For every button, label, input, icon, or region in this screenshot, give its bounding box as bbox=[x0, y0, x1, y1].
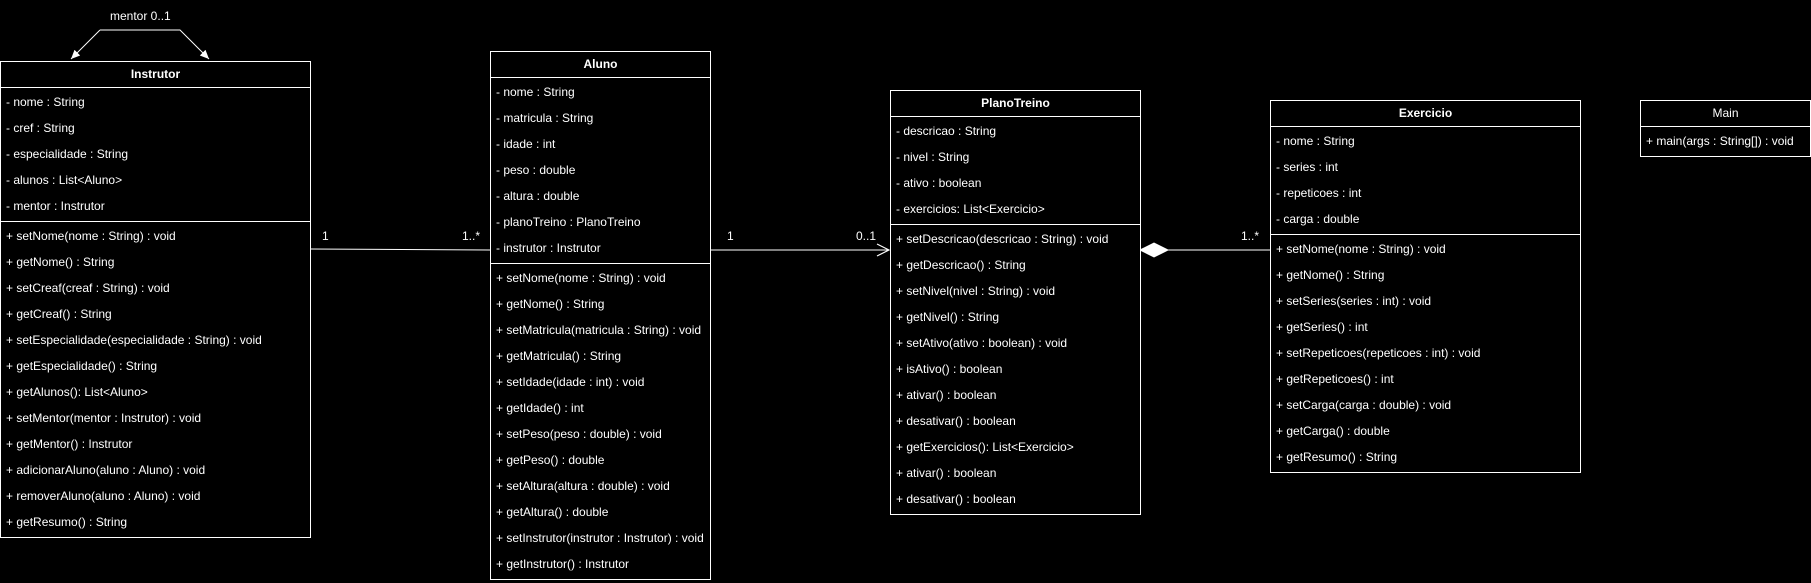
method: + setPeso(peso : double) : void bbox=[496, 427, 662, 441]
method: + setNome(nome : String) : void bbox=[496, 271, 666, 285]
attribute: - exercicios: List<Exercicio> bbox=[896, 202, 1045, 216]
attribute: - ativo : boolean bbox=[896, 176, 982, 190]
class-name: Aluno bbox=[491, 52, 710, 78]
attributes-section: - nome : String - cref : String - especi… bbox=[1, 88, 310, 221]
method: + setNome(nome : String) : void bbox=[1276, 242, 1446, 256]
class-exercicio[interactable]: Exercicio - nome : String - series : int… bbox=[1270, 100, 1581, 473]
class-main[interactable]: Main + main(args : String[]) : void bbox=[1640, 100, 1811, 157]
method: + setNome(nome : String) : void bbox=[6, 229, 176, 243]
method: + getExercicios(): List<Exercicio> bbox=[896, 440, 1074, 454]
methods-section: + main(args : String[]) : void bbox=[1641, 127, 1810, 156]
method: + setIdade(idade : int) : void bbox=[496, 375, 645, 389]
method: + getInstrutor() : Instrutor bbox=[496, 557, 630, 571]
attribute: - especialidade : String bbox=[6, 147, 129, 161]
attribute: - descricao : String bbox=[896, 124, 997, 138]
mentor-label: mentor 0..1 bbox=[110, 9, 171, 23]
mentor-association-start bbox=[70, 29, 101, 60]
aluno-plano-source-multiplicity: 1 bbox=[727, 229, 734, 243]
method: + setAltura(altura : double) : void bbox=[496, 479, 670, 493]
method: + isAtivo() : boolean bbox=[896, 362, 1003, 376]
method: + setNivel(nivel : String) : void bbox=[896, 284, 1056, 298]
method: + removerAluno(aluno : Aluno) : void bbox=[6, 489, 201, 503]
method: + ativar() : boolean bbox=[896, 388, 997, 402]
class-name: Instrutor bbox=[1, 62, 310, 88]
composition-diamond bbox=[1138, 242, 1170, 258]
attribute: - nome : String bbox=[1276, 134, 1355, 148]
method: + getEspecialidade() : String bbox=[6, 359, 158, 373]
method: + getCarga() : double bbox=[1276, 424, 1390, 438]
method: + getDescricao() : String bbox=[896, 258, 1026, 272]
method: + getResumo() : String bbox=[1276, 450, 1398, 464]
method: + setCarga(carga : double) : void bbox=[1276, 398, 1452, 412]
method: + getIdade() : int bbox=[496, 401, 584, 415]
class-planotreino[interactable]: PlanoTreino - descricao : String - nivel… bbox=[890, 90, 1141, 515]
method: + getPeso() : double bbox=[496, 453, 605, 467]
method: + getNome() : String bbox=[6, 255, 115, 269]
method: + ativar() : boolean bbox=[896, 466, 997, 480]
method: + desativar() : boolean bbox=[896, 492, 1016, 506]
method: + setAtivo(ativo : boolean) : void bbox=[896, 336, 1068, 350]
attribute: - cref : String bbox=[6, 121, 75, 135]
method: + getResumo() : String bbox=[6, 515, 128, 529]
class-name: Main bbox=[1641, 101, 1810, 127]
instrutor-aluno-association bbox=[309, 248, 491, 251]
method: + getCreaf() : String bbox=[6, 307, 112, 321]
instrutor-multiplicity: 1 bbox=[322, 229, 329, 243]
method: + getMatricula() : String bbox=[496, 349, 622, 363]
methods-section: + setNome(nome : String) : void + getNom… bbox=[491, 263, 710, 579]
method: + getNivel() : String bbox=[896, 310, 1000, 324]
aluno-multiplicity: 1..* bbox=[462, 229, 481, 243]
method: + adicionarAluno(aluno : Aluno) : void bbox=[6, 463, 206, 477]
attribute: - nivel : String bbox=[896, 150, 970, 164]
method: + setSeries(series : int) : void bbox=[1276, 294, 1432, 308]
method: + setEspecialidade(especialidade : Strin… bbox=[6, 333, 262, 347]
class-instrutor[interactable]: Instrutor - nome : String - cref : Strin… bbox=[0, 61, 311, 538]
attribute: - idade : int bbox=[496, 137, 556, 151]
methods-section: + setNome(nome : String) : void + getNom… bbox=[1, 221, 310, 537]
method: + desativar() : boolean bbox=[896, 414, 1016, 428]
attribute: - planoTreino : PlanoTreino bbox=[496, 215, 641, 229]
attribute: - mentor : Instrutor bbox=[6, 199, 105, 213]
mentor-self-association bbox=[100, 29, 210, 60]
methods-section: + setDescricao(descricao : String) : voi… bbox=[891, 224, 1140, 514]
method: + setCreaf(creaf : String) : void bbox=[6, 281, 170, 295]
methods-section: + setNome(nome : String) : void + getNom… bbox=[1271, 234, 1580, 472]
method: + getSeries() : int bbox=[1276, 320, 1368, 334]
method: + getAlunos(): List<Aluno> bbox=[6, 385, 148, 399]
attribute: - alunos : List<Aluno> bbox=[6, 173, 123, 187]
method: + setDescricao(descricao : String) : voi… bbox=[896, 232, 1109, 246]
attributes-section: - descricao : String - nivel : String - … bbox=[891, 117, 1140, 224]
exercicio-multiplicity: 1..* bbox=[1241, 229, 1260, 243]
attribute: - matricula : String bbox=[496, 111, 594, 125]
method: + getMentor() : Instrutor bbox=[6, 437, 133, 451]
class-aluno[interactable]: Aluno - nome : String - matricula : Stri… bbox=[490, 51, 711, 580]
attribute: - peso : double bbox=[496, 163, 576, 177]
method: + setMentor(mentor : Instrutor) : void bbox=[6, 411, 202, 425]
attribute: - instrutor : Instrutor bbox=[496, 241, 601, 255]
method: + setRepeticoes(repeticoes : int) : void bbox=[1276, 346, 1481, 360]
attribute: - altura : double bbox=[496, 189, 580, 203]
method: + getNome() : String bbox=[1276, 268, 1385, 282]
attribute: - carga : double bbox=[1276, 212, 1360, 226]
attribute: - nome : String bbox=[6, 95, 85, 109]
class-name: PlanoTreino bbox=[891, 91, 1140, 117]
method: + getAltura() : double bbox=[496, 505, 609, 519]
plano-multiplicity: 0..1 bbox=[856, 229, 877, 243]
attribute: - repeticoes : int bbox=[1276, 186, 1362, 200]
attribute: - series : int bbox=[1276, 160, 1339, 174]
method: + getRepeticoes() : int bbox=[1276, 372, 1394, 386]
method: + setInstrutor(instrutor : Instrutor) : … bbox=[496, 531, 704, 545]
attributes-section: - nome : String - series : int - repetic… bbox=[1271, 127, 1580, 234]
method: + getNome() : String bbox=[496, 297, 605, 311]
class-name: Exercicio bbox=[1271, 101, 1580, 127]
method: + main(args : String[]) : void bbox=[1646, 134, 1794, 148]
attribute: - nome : String bbox=[496, 85, 575, 99]
method: + setMatricula(matricula : String) : voi… bbox=[496, 323, 702, 337]
attributes-section: - nome : String - matricula : String - i… bbox=[491, 78, 710, 263]
